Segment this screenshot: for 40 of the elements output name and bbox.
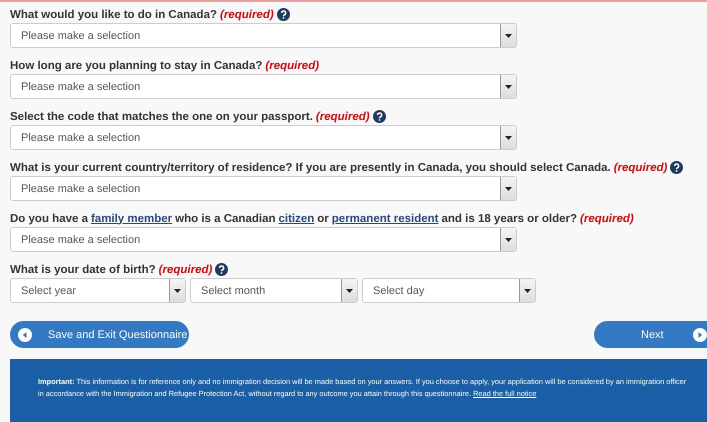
caret-icon [346, 288, 353, 292]
question-label: Select the code that matches the one on your passport. [10, 110, 313, 122]
caret-icon [505, 238, 512, 242]
caret-icon [505, 34, 512, 38]
dropdown-select[interactable]: Please make a selection [10, 23, 517, 48]
required-marker: (required) [220, 8, 274, 20]
dropdown-select[interactable]: Please make a selection [10, 74, 517, 99]
label-link[interactable]: family member [90, 212, 172, 224]
required-marker: (required) [316, 110, 370, 122]
dropdown-select[interactable]: Select day [362, 278, 536, 303]
help-icon[interactable] [372, 110, 386, 123]
question-label: What would you like to do in Canada? [10, 8, 217, 20]
help-icon[interactable] [670, 161, 684, 174]
caret-icon [524, 288, 531, 292]
dropdown-select[interactable]: Please make a selection [10, 176, 517, 201]
question-label: How long are you planning to stay in Canada? [10, 60, 262, 72]
dropdown-select[interactable]: Please make a selection [10, 125, 517, 150]
caret-icon [174, 288, 181, 292]
dropdown-select[interactable]: Select month [190, 278, 358, 303]
label-link[interactable]: permanent resident [332, 212, 439, 224]
dropdown-select[interactable]: Select year [10, 278, 186, 303]
required-marker: (required) [265, 60, 320, 72]
question-label: who is a Canadian [175, 212, 276, 224]
required-marker: (required) [158, 264, 212, 276]
question-label: Do you have a [10, 212, 88, 224]
caret-icon [505, 186, 512, 190]
question-label: What is your date of birth? [10, 264, 156, 276]
required-marker: (required) [580, 212, 634, 224]
save-exit-button[interactable]: Save and Exit Questionnaire [10, 321, 189, 348]
help-icon[interactable] [215, 263, 228, 276]
label-link[interactable]: citizen [278, 212, 314, 224]
question-label: and is 18 years or older? [442, 212, 578, 224]
dropdown-select[interactable]: Please make a selection [10, 227, 517, 252]
question-label: or [317, 212, 329, 224]
caret-icon [505, 84, 512, 88]
next-button[interactable]: Next [594, 321, 707, 348]
caret-icon [505, 136, 512, 140]
required-marker: (required) [614, 162, 668, 174]
help-icon[interactable] [276, 8, 290, 21]
question-label: What is your current country/territory of residence? If you are presently in Canada, you should select Canada. [10, 162, 611, 174]
